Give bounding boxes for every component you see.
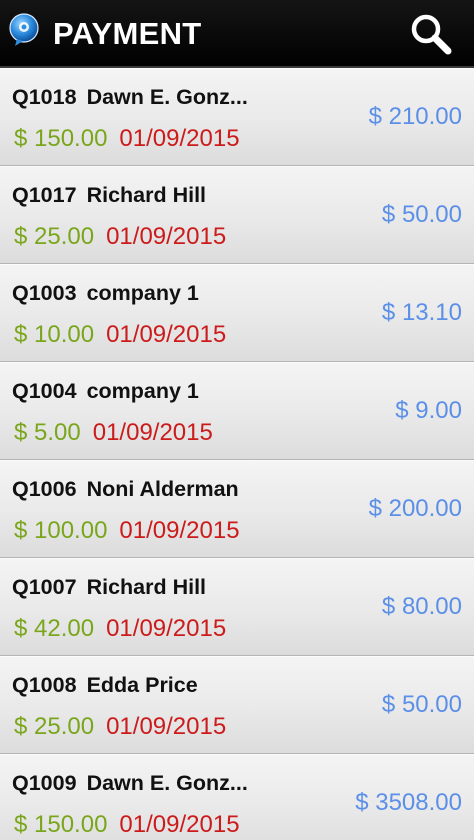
- row-title: Q1008 Edda Price: [12, 671, 198, 699]
- customer-name: Edda Price: [86, 673, 198, 697]
- total-amount: $ 50.00: [381, 201, 462, 228]
- customer-name: company 1: [86, 281, 199, 305]
- list-item[interactable]: Q1008 Edda Price $ 25.00 01/09/2015 $ 50.0…: [0, 656, 474, 754]
- amount-paid: $ 25.00: [14, 713, 95, 740]
- row-subtitle: $ 150.00 01/09/2015: [14, 124, 240, 154]
- customer-name: company 1: [86, 379, 199, 403]
- payment-date: 01/09/2015: [119, 517, 240, 544]
- list-item[interactable]: Q1004 company 1 $ 5.00 01/09/2015 $ 9.00: [0, 362, 474, 460]
- amount-paid: $ 150.00: [14, 811, 108, 838]
- search-button[interactable]: [402, 8, 460, 60]
- payment-date: 01/09/2015: [119, 811, 240, 838]
- total-amount: $ 200.00: [368, 495, 462, 522]
- payment-date: 01/09/2015: [106, 223, 227, 250]
- quote-id: Q1007: [12, 575, 77, 599]
- amount-paid: $ 10.00: [14, 321, 95, 348]
- quote-id: Q1004: [12, 379, 77, 403]
- list-item[interactable]: Q1009 Dawn E. Gonz... $ 150.00 01/09/2015 …: [0, 754, 474, 840]
- total-amount: $ 210.00: [368, 103, 462, 130]
- row-title: Q1006 Noni Alderman: [12, 475, 239, 503]
- total-amount: $ 13.10: [381, 299, 462, 326]
- quote-id: Q1009: [12, 771, 77, 795]
- customer-name: Noni Alderman: [86, 477, 239, 501]
- row-subtitle: $ 42.00 01/09/2015: [14, 614, 226, 644]
- customer-name: Dawn E. Gonz...: [86, 85, 248, 109]
- row-title: Q1003 company 1: [12, 279, 199, 307]
- row-subtitle: $ 5.00 01/09/2015: [14, 418, 213, 448]
- app-logo-icon[interactable]: [7, 13, 41, 47]
- row-subtitle: $ 100.00 01/09/2015: [14, 516, 240, 546]
- row-title: Q1007 Richard Hill: [12, 573, 206, 601]
- customer-name: Dawn E. Gonz...: [86, 771, 248, 795]
- payment-date: 01/09/2015: [92, 419, 213, 446]
- quote-id: Q1008: [12, 673, 77, 697]
- row-title: Q1009 Dawn E. Gonz...: [12, 769, 248, 797]
- amount-paid: $ 25.00: [14, 223, 95, 250]
- quote-id: Q1006: [12, 477, 77, 501]
- page-title: PAYMENT: [53, 16, 202, 51]
- amount-paid: $ 5.00: [14, 419, 81, 446]
- amount-paid: $ 42.00: [14, 615, 95, 642]
- payment-date: 01/09/2015: [119, 125, 240, 152]
- quote-id: Q1018: [12, 85, 77, 109]
- customer-name: Richard Hill: [86, 575, 207, 599]
- list-item[interactable]: Q1018 Dawn E. Gonz... $ 150.00 01/09/2015 …: [0, 68, 474, 166]
- amount-paid: $ 150.00: [14, 125, 108, 152]
- row-subtitle: $ 25.00 01/09/2015: [14, 712, 226, 742]
- row-title: Q1018 Dawn E. Gonz...: [12, 83, 248, 111]
- total-amount: $ 3508.00: [355, 789, 462, 816]
- total-amount: $ 50.00: [381, 691, 462, 718]
- payment-date: 01/09/2015: [106, 713, 227, 740]
- row-title: Q1017 Richard Hill: [12, 181, 206, 209]
- customer-name: Richard Hill: [86, 183, 207, 207]
- payment-list: Q1018 Dawn E. Gonz... $ 150.00 01/09/2015 …: [0, 68, 474, 840]
- amount-paid: $ 100.00: [14, 517, 108, 544]
- total-amount: $ 9.00: [395, 397, 462, 424]
- quote-id: Q1003: [12, 281, 77, 305]
- list-item[interactable]: Q1003 company 1 $ 10.00 01/09/2015 $ 13.10: [0, 264, 474, 362]
- quote-id: Q1017: [12, 183, 77, 207]
- payment-screen: PAYMENT Q1018 Dawn E. Gonz... $ 150.00 01/…: [0, 0, 474, 840]
- row-subtitle: $ 150.00 01/09/2015: [14, 810, 240, 840]
- payment-date: 01/09/2015: [106, 615, 227, 642]
- row-subtitle: $ 25.00 01/09/2015: [14, 222, 226, 252]
- list-item[interactable]: Q1007 Richard Hill $ 42.00 01/09/2015 $ 80…: [0, 558, 474, 656]
- payment-date: 01/09/2015: [106, 321, 227, 348]
- row-title: Q1004 company 1: [12, 377, 199, 405]
- list-item[interactable]: Q1006 Noni Alderman $ 100.00 01/09/2015 $ …: [0, 460, 474, 558]
- search-icon: [411, 14, 452, 55]
- list-item[interactable]: Q1017 Richard Hill $ 25.00 01/09/2015 $ 50…: [0, 166, 474, 264]
- action-bar: PAYMENT: [0, 0, 474, 68]
- total-amount: $ 80.00: [381, 593, 462, 620]
- row-subtitle: $ 10.00 01/09/2015: [14, 320, 226, 350]
